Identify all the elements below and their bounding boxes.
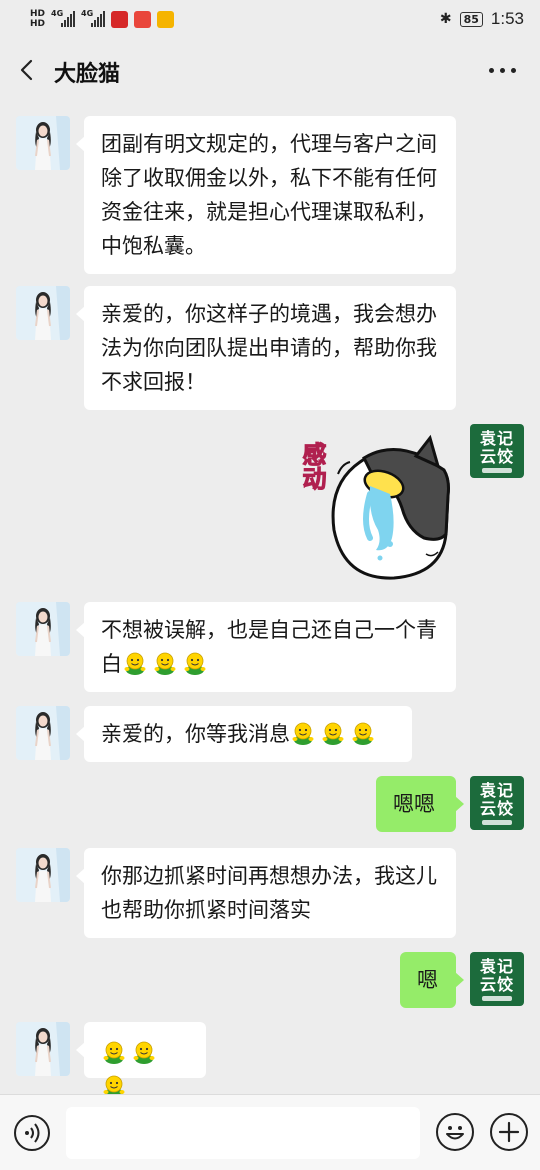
network-label-1: 4G — [51, 9, 64, 18]
green-smiley-emoji-icon — [152, 650, 178, 676]
message-bubble[interactable]: 亲爱的，你等我消息 — [76, 706, 412, 762]
more-dots-icon[interactable] — [489, 68, 516, 73]
green-smiley-emoji-icon — [101, 1039, 127, 1065]
hd-label-1: HD — [30, 9, 46, 19]
cat-sticker[interactable]: 感动 — [298, 434, 458, 580]
my-avatar[interactable]: 袁记 云饺 — [470, 776, 524, 830]
my-message-bubble[interactable]: 嗯 — [400, 952, 464, 1008]
avatar-text-line1: 袁记 — [479, 780, 514, 800]
message-bubble[interactable]: 你那边抓紧时间再想想办法，我这儿也帮助你抓紧时间落实 — [76, 848, 456, 938]
chat-title: 大脸猫 — [54, 62, 121, 87]
contact-avatar[interactable] — [16, 848, 70, 902]
message-bubble[interactable]: 亲爱的，你这样子的境遇，我会想办法为你向团队提出申请的，帮助你我不求回报！ — [76, 286, 456, 410]
hd-indicator: HD HD — [30, 9, 45, 29]
avatar-text-line1: 袁记 — [479, 956, 514, 976]
weibo-app-icon — [111, 10, 129, 28]
bluetooth-icon: ✱ — [439, 11, 452, 27]
avatar-text-line1: 袁记 — [479, 428, 514, 448]
signal-icon-1: 4G — [51, 9, 76, 27]
battery-icon: 85 — [459, 11, 483, 27]
network-label-2: 4G — [81, 9, 94, 18]
voice-icon[interactable] — [14, 1115, 50, 1151]
status-time: 1:53 — [490, 9, 524, 28]
contact-avatar[interactable] — [16, 1022, 70, 1076]
message-bubble[interactable]: 不想被误解，也是自己还自己一个青白 — [76, 602, 456, 692]
my-message-bubble[interactable]: 嗯嗯 — [376, 776, 464, 832]
avatar-text-line2: 云饺 — [479, 798, 514, 818]
message-text: 亲爱的，你等我消息 — [101, 722, 290, 746]
emoji-icon[interactable] — [436, 1113, 474, 1151]
news-app-icon — [134, 10, 152, 28]
avatar-text-line2: 云饺 — [479, 446, 514, 466]
contact-avatar[interactable] — [16, 116, 70, 170]
input-bar — [0, 1094, 540, 1170]
message-input[interactable] — [66, 1107, 420, 1159]
message-bubble[interactable]: 团副有明文规定的，代理与客户之间除了收取佣金以外，私下不能有任何资金往来，就是担… — [76, 116, 456, 274]
green-smiley-emoji-icon — [290, 720, 316, 746]
green-smiley-emoji-icon — [350, 720, 376, 746]
green-smiley-emoji-icon — [131, 1039, 157, 1065]
my-avatar[interactable]: 袁记 云饺 — [470, 952, 524, 1006]
green-smiley-emoji-icon — [320, 720, 346, 746]
signal-icon-2: 4G — [81, 9, 106, 27]
my-avatar[interactable]: 袁记 云饺 — [470, 424, 524, 478]
chevron-left-icon[interactable] — [16, 58, 40, 82]
status-bar: HD HD 4G 4G ✱ 85 1:53 — [0, 0, 540, 38]
green-smiley-emoji-icon — [182, 650, 208, 676]
contact-avatar[interactable] — [16, 286, 70, 340]
message-bubble[interactable] — [76, 1022, 206, 1078]
chat-header: 大脸猫 — [0, 40, 540, 100]
avatar-text-line2: 云饺 — [479, 974, 514, 994]
mail-icon — [157, 10, 175, 28]
hd-label-2: HD — [30, 19, 46, 29]
plus-icon[interactable] — [490, 1113, 528, 1151]
contact-avatar[interactable] — [16, 706, 70, 760]
sticker-text: 感动 — [298, 442, 327, 491]
contact-avatar[interactable] — [16, 602, 70, 656]
green-smiley-emoji-icon — [122, 650, 148, 676]
